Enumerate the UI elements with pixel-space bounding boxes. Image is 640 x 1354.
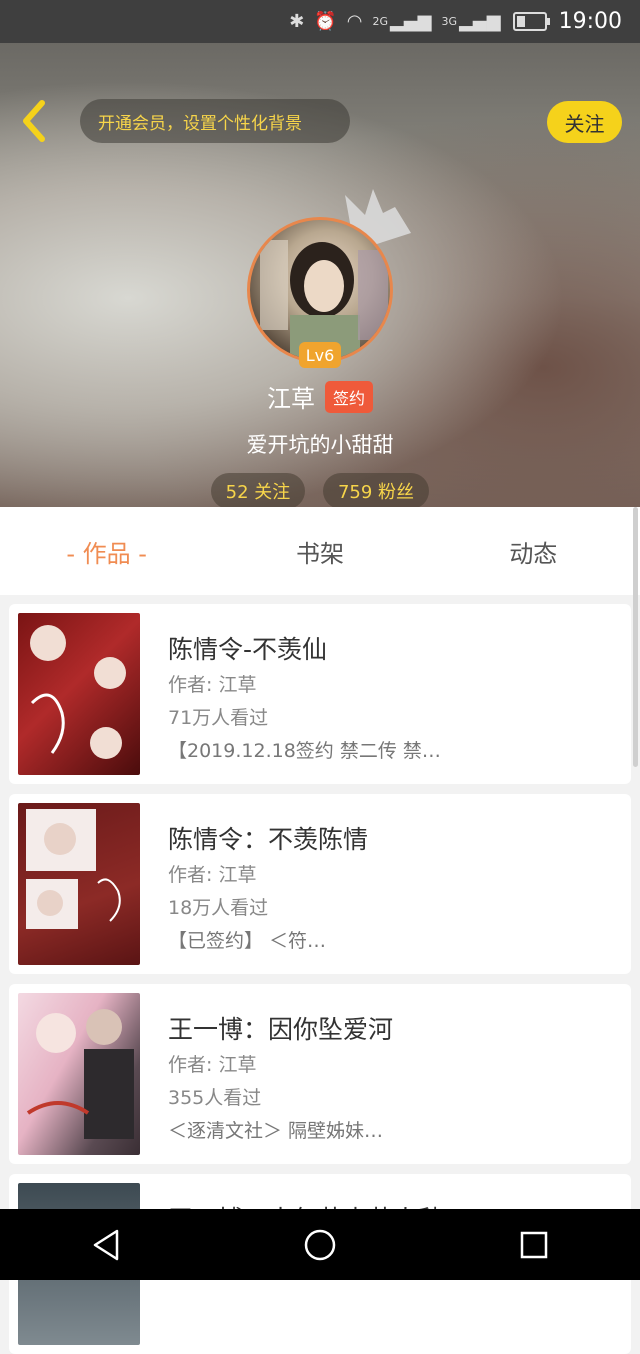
username: 江草 [266,385,315,413]
bio: 爱开坑的小甜甜 [246,433,394,457]
following-count[interactable]: 52 关注 [211,473,305,507]
book-views: 18万人看过 [168,897,269,919]
recents-square-icon[interactable] [519,1230,549,1260]
book-cover [18,803,140,965]
clock: 19:00 [558,9,622,34]
follow-button[interactable]: 关注 [547,101,622,143]
profile-header: 开通会员，设置个性化背景 关注 Lv6 江草 签约 爱开坑的小甜甜 52 关注 … [0,43,640,507]
book-title: 陈情令：不羡陈情 [168,825,369,854]
book-title: 王一博：因你坠爱河 [168,1015,394,1044]
book-tags: ＜逐清文社＞ 隔壁姊妹… [168,1120,384,1142]
signal-icon: ▂▄▆ [390,11,432,32]
list-item[interactable]: 王一博：因你坠爱河 作者: 江草 355人看过 ＜逐清文社＞ 隔壁姊妹… [9,984,631,1164]
back-triangle-icon[interactable] [91,1228,121,1262]
book-author: 作者: 江草 [168,674,257,696]
book-author: 作者: 江草 [168,864,257,886]
level-badge: Lv6 [299,342,341,368]
signal-icon: ▂▄▆ [459,11,501,32]
wifi-icon: ◠ [346,11,363,32]
home-circle-icon[interactable] [303,1228,337,1262]
vip-background-banner[interactable]: 开通会员，设置个性化背景 [80,99,350,143]
chevron-left-icon [23,100,45,142]
bluetooth-icon: ✱ [289,11,305,32]
list-item[interactable]: 陈情令-不羡仙 作者: 江草 71万人看过 【2019.12.18签约 禁二传 … [9,604,631,784]
status-bar: ✱ ⏰ ◠ 2G ▂▄▆ 3G ▂▄▆ 19:00 [0,0,640,43]
book-cover [18,993,140,1155]
network-label-2: 3G [441,15,458,28]
tab-activity[interactable]: 动态 [427,507,640,595]
book-views: 355人看过 [168,1087,262,1109]
book-cover [18,613,140,775]
book-author: 作者: 江草 [168,1054,257,1076]
username-row: 江草 签约 [0,379,640,414]
fans-count[interactable]: 759 粉丝 [323,473,429,507]
list-item[interactable]: 陈情令：不羡陈情 作者: 江草 18万人看过 【已签约】 ＜符… [9,794,631,974]
book-title: 陈情令-不羡仙 [168,635,328,664]
signed-badge: 签约 [324,380,373,413]
back-button[interactable] [18,99,52,143]
book-tags: 【2019.12.18签约 禁二传 禁… [168,740,441,762]
tab-bookshelf[interactable]: 书架 [213,507,426,595]
book-tags: 【已签约】 ＜符… [168,930,327,952]
alarm-icon: ⏰ [314,11,337,32]
battery-icon [512,12,550,31]
system-nav-bar [0,1209,640,1280]
network-label-1: 2G [372,15,388,28]
book-views: 71万人看过 [168,707,269,729]
scrollbar[interactable] [633,507,638,767]
tab-bar: - 作品 - 书架 动态 [0,507,640,595]
avatar-image [260,240,388,360]
tab-works[interactable]: - 作品 - [0,507,213,595]
